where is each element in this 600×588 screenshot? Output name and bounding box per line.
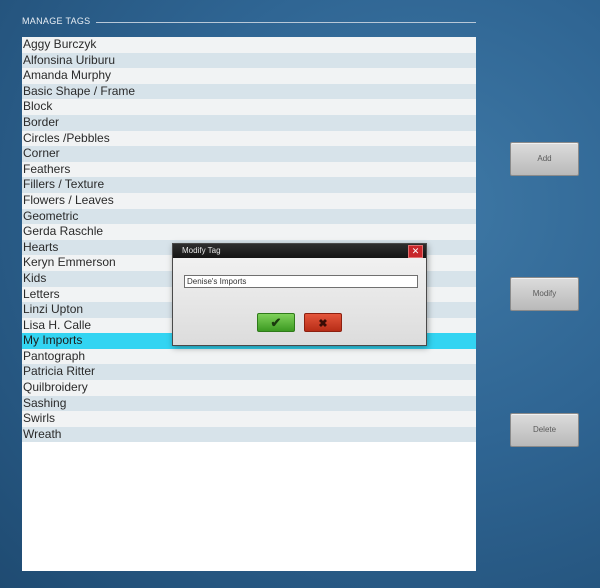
close-button[interactable]: ✕ xyxy=(408,245,423,258)
modify-tag-dialog: Modify Tag ✕ ✔ ✖ xyxy=(172,243,427,346)
tag-list-item[interactable]: Quilbroidery xyxy=(22,380,476,396)
cancel-button[interactable]: ✖ xyxy=(304,313,342,332)
tag-list-item[interactable]: Amanda Murphy xyxy=(22,68,476,84)
dialog-title: Modify Tag xyxy=(182,246,221,255)
tag-list-item[interactable]: Wreath xyxy=(22,426,476,443)
tag-list-item[interactable]: Flowers / Leaves xyxy=(22,192,476,209)
tag-list-item[interactable]: Alfonsina Uriburu xyxy=(22,52,476,69)
dialog-titlebar[interactable]: Modify Tag ✕ xyxy=(173,244,426,258)
x-icon: ✖ xyxy=(318,318,328,330)
add-button[interactable]: Add xyxy=(510,142,579,176)
tag-list-item[interactable]: Corner xyxy=(22,146,476,162)
tag-name-input[interactable] xyxy=(184,275,418,288)
tag-list-item[interactable]: Sashing xyxy=(22,395,476,412)
tag-list-item[interactable]: Gerda Raschle xyxy=(22,224,476,240)
tag-list-item[interactable]: Aggy Burczyk xyxy=(22,37,476,53)
tag-list-item[interactable]: Geometric xyxy=(22,208,476,225)
check-icon: ✔ xyxy=(270,315,282,330)
tag-list-item[interactable]: Feathers xyxy=(22,161,476,178)
tag-list-item[interactable]: Border xyxy=(22,114,476,131)
tag-list-item[interactable]: Circles /Pebbles xyxy=(22,130,476,147)
tag-list-item[interactable]: Block xyxy=(22,99,476,115)
tag-list-item[interactable]: Basic Shape / Frame xyxy=(22,83,476,100)
header-divider xyxy=(96,22,476,23)
page-title: MANAGE TAGS xyxy=(22,16,91,26)
tag-list-item[interactable]: Fillers / Texture xyxy=(22,177,476,193)
ok-button[interactable]: ✔ xyxy=(257,313,295,332)
delete-button[interactable]: Delete xyxy=(510,413,579,447)
modify-button[interactable]: Modify xyxy=(510,277,579,311)
tag-list-item[interactable]: Swirls xyxy=(22,411,476,427)
tag-list-item[interactable]: Pantograph xyxy=(22,348,476,365)
tag-list-item[interactable]: Patricia Ritter xyxy=(22,364,476,381)
close-icon: ✕ xyxy=(411,246,420,256)
manage-tags-header: MANAGE TAGS xyxy=(22,16,476,28)
